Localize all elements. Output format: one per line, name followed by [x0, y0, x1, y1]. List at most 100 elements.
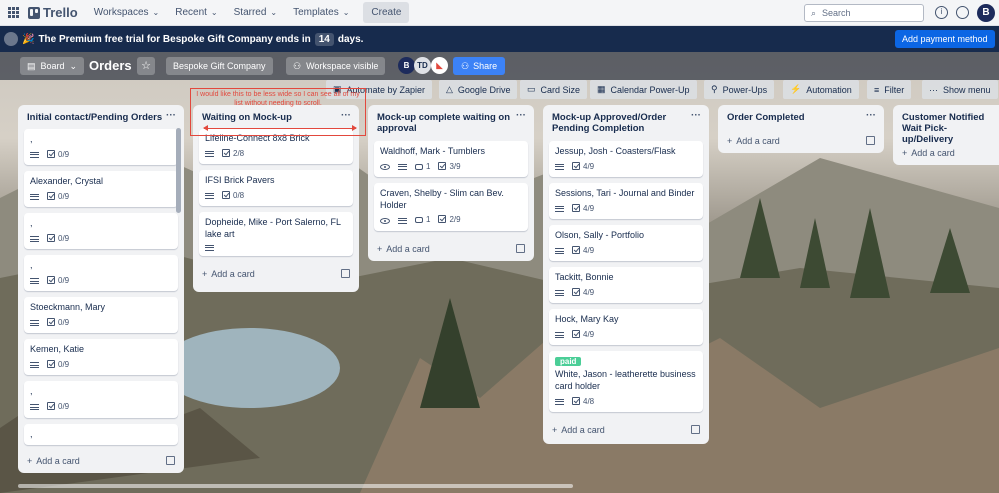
- trello-logo[interactable]: Trello: [28, 5, 78, 20]
- card[interactable]: ,: [24, 423, 178, 446]
- add-card-label: Add a card: [561, 425, 605, 436]
- checklist-badge: 0/9: [47, 275, 69, 286]
- add-card-button[interactable]: + Add a card: [543, 418, 709, 442]
- add-card-button[interactable]: + Add a card: [18, 449, 184, 473]
- card[interactable]: , 0/9: [24, 381, 178, 418]
- nav-recent[interactable]: Recent ⌄: [175, 7, 217, 18]
- nav-workspaces[interactable]: Workspaces ⌄: [94, 7, 160, 18]
- card-title: Dopheide, Mike - Port Salerno, FL lake a…: [205, 217, 341, 239]
- checklist-icon: [47, 233, 55, 242]
- card-label-paid[interactable]: paid: [555, 357, 582, 367]
- list-header[interactable]: Order Completed ···: [718, 105, 884, 129]
- checklist-icon: [47, 360, 55, 369]
- nav-starred[interactable]: Starred ⌄: [234, 7, 278, 18]
- list-scrollbar[interactable]: [176, 128, 181, 213]
- description-icon: [30, 362, 39, 369]
- create-from-template-icon[interactable]: [866, 136, 875, 145]
- banner-text-before: The Premium free trial for Bespoke Gift …: [38, 33, 311, 45]
- checklist-badge: 0/9: [47, 233, 69, 244]
- card[interactable]: , 0/9: [24, 129, 178, 166]
- card[interactable]: Waldhoff, Mark - Tumblers 1 3/9: [374, 141, 528, 178]
- account-avatar[interactable]: B: [977, 4, 995, 22]
- card[interactable]: Sessions, Tari - Journal and Binder 4/9: [549, 183, 703, 220]
- power-ups-button[interactable]: ⚲ Power-Ups: [704, 80, 775, 99]
- list-title[interactable]: Mock-up complete waiting on approval: [377, 112, 517, 134]
- card[interactable]: Dopheide, Mike - Port Salerno, FL lake a…: [199, 212, 353, 256]
- description-icon: [555, 163, 564, 170]
- google-drive-button[interactable]: △ Google Drive: [439, 80, 518, 99]
- list-order-completed: Order Completed ··· + Add a card: [718, 105, 884, 153]
- card-title: Stoeckmann, Mary: [30, 302, 106, 313]
- star-icon[interactable]: ☆: [137, 57, 155, 75]
- card[interactable]: Craven, Shelby - Slim can Bev. Holder 1 2/…: [374, 183, 528, 231]
- share-label: Share: [473, 61, 498, 71]
- list-menu-icon[interactable]: ···: [166, 110, 176, 121]
- list-menu-icon[interactable]: ···: [516, 110, 526, 121]
- card[interactable]: Jessup, Josh - Coasters/Flask 4/9: [549, 141, 703, 178]
- card[interactable]: , 0/9: [24, 213, 178, 250]
- list-header[interactable]: Mock-up Approved/Order Pending Completio…: [543, 105, 709, 141]
- card-title: Craven, Shelby - Slim can Bev. Holder: [380, 188, 504, 210]
- board-horizontal-scrollbar[interactable]: [18, 484, 573, 488]
- checklist-icon: [222, 148, 230, 157]
- member-avatar[interactable]: B: [398, 57, 415, 74]
- list-header[interactable]: Customer Notified Wait Pick-up/Delivery: [893, 105, 999, 145]
- card[interactable]: Kemen, Katie 0/9: [24, 339, 178, 376]
- add-card-label: Add a card: [736, 136, 780, 146]
- add-card-button[interactable]: + Add a card: [368, 237, 534, 261]
- add-payment-method-button[interactable]: Add payment method: [895, 30, 995, 48]
- card-title: ,: [30, 134, 33, 144]
- card[interactable]: Olson, Sally - Portfolio 4/9: [549, 225, 703, 262]
- card[interactable]: Alexander, Crystal 0/9: [24, 171, 178, 208]
- add-card-button[interactable]: + Add a card: [718, 129, 884, 153]
- card[interactable]: Hock, Mary Kay 4/9: [549, 309, 703, 346]
- list-menu-icon[interactable]: ···: [866, 110, 876, 121]
- card[interactable]: Tackitt, Bonnie 4/9: [549, 267, 703, 304]
- member-avatar-logo[interactable]: ◣: [431, 57, 448, 74]
- description-icon: [205, 192, 214, 199]
- board-view-icon: ▤: [27, 60, 36, 71]
- list-title[interactable]: Order Completed: [727, 112, 805, 123]
- board-view-switcher[interactable]: ▤ Board ⌄: [20, 57, 85, 75]
- automation-button[interactable]: ⚡ Automation: [783, 80, 859, 99]
- add-card-button[interactable]: + Add a card: [193, 262, 359, 286]
- add-card-label: Add a card: [211, 268, 255, 279]
- checklist-icon: [47, 275, 55, 284]
- add-card-button[interactable]: + Add a card: [893, 141, 999, 165]
- card[interactable]: IFSI Brick Pavers 0/8: [199, 170, 353, 207]
- board-title[interactable]: Orders: [89, 58, 132, 73]
- create-from-template-icon[interactable]: [341, 268, 350, 278]
- checklist-badge: 0/9: [47, 360, 69, 370]
- plus-icon: +: [27, 456, 33, 466]
- notifications-icon[interactable]: [956, 6, 969, 19]
- trial-days-badge: 14: [314, 32, 334, 46]
- plus-icon: +: [552, 425, 558, 436]
- app-switcher-icon[interactable]: [8, 6, 20, 19]
- list-menu-icon[interactable]: ···: [691, 110, 701, 121]
- create-from-template-icon[interactable]: [516, 243, 525, 253]
- list-title[interactable]: Initial contact/Pending Orders: [27, 112, 162, 123]
- show-menu-button[interactable]: ··· Show menu: [922, 80, 998, 99]
- create-button[interactable]: Create: [363, 2, 410, 23]
- nav-recent-label: Recent: [175, 7, 207, 18]
- description-icon: [398, 163, 407, 170]
- card-size-button[interactable]: ▭ Card Size: [520, 80, 588, 99]
- nav-templates[interactable]: Templates ⌄: [293, 7, 349, 18]
- list-title[interactable]: Mock-up Approved/Order Pending Completio…: [552, 112, 682, 134]
- workspace-button[interactable]: Bespoke Gift Company: [166, 57, 273, 75]
- calendar-powerup-button[interactable]: ▦ Calendar Power-Up: [590, 80, 697, 99]
- list-header[interactable]: Mock-up complete waiting on approval ···: [368, 105, 534, 141]
- filter-button[interactable]: ≡ Filter: [867, 80, 912, 99]
- info-icon[interactable]: i: [935, 6, 948, 19]
- card-title: Olson, Sally - Portfolio: [555, 230, 645, 241]
- search-input[interactable]: ⌕ Search: [804, 4, 924, 22]
- card[interactable]: Stoeckmann, Mary 0/9: [24, 297, 178, 334]
- list-header[interactable]: Initial contact/Pending Orders ···: [18, 105, 184, 129]
- visibility-button[interactable]: ⚇ Workspace visible: [286, 57, 386, 75]
- card[interactable]: , 0/9: [24, 255, 178, 292]
- card[interactable]: paid White, Jason - leatherette business …: [549, 351, 703, 413]
- member-avatar[interactable]: TD: [414, 57, 431, 74]
- create-from-template-icon[interactable]: [691, 425, 700, 435]
- create-from-template-icon[interactable]: [166, 456, 175, 465]
- share-button[interactable]: ⚇ Share: [453, 57, 506, 75]
